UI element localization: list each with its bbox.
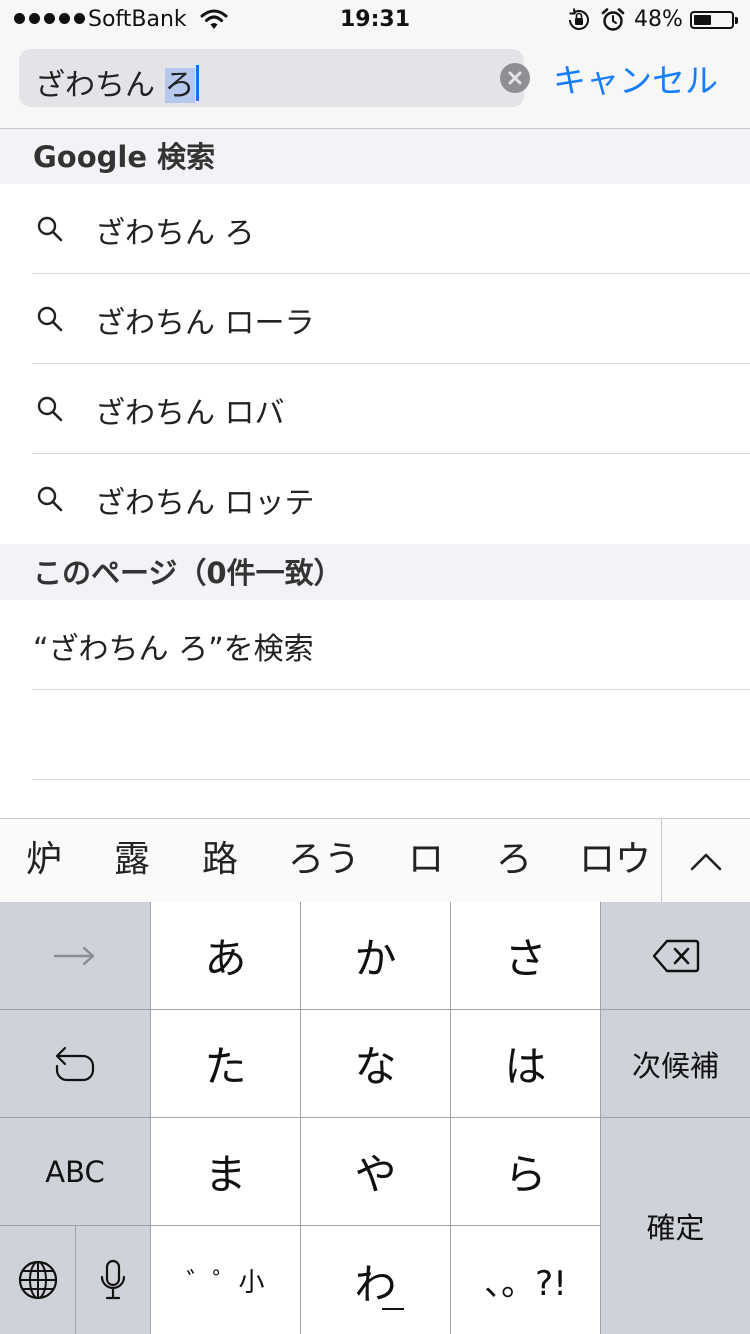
key-ra[interactable]: ら bbox=[451, 1118, 600, 1225]
candidate-item[interactable]: 路 bbox=[202, 819, 238, 903]
search-input[interactable]: ざわちん ろ bbox=[19, 49, 530, 107]
empty-row bbox=[0, 690, 750, 780]
candidate-item[interactable]: ろ bbox=[496, 819, 532, 903]
key-wa-label: わ bbox=[354, 1259, 397, 1309]
candidate-item[interactable]: ロ bbox=[408, 819, 444, 903]
suggestion-row[interactable]: ざわちん ろ bbox=[0, 184, 750, 274]
status-bar: SoftBank 19:31 48% bbox=[0, 0, 750, 40]
key-sa[interactable]: さ bbox=[451, 902, 600, 1009]
text-caret bbox=[195, 65, 199, 101]
chevron-up-icon[interactable] bbox=[662, 819, 750, 903]
next-candidate-button[interactable]: 次候補 bbox=[601, 1010, 750, 1117]
search-query-confirmed: ざわちん bbox=[35, 68, 165, 103]
key-ya[interactable]: や bbox=[301, 1118, 450, 1225]
key-a[interactable]: あ bbox=[151, 902, 300, 1009]
japanese-kana-keyboard: あ か さ た な は 次候補 ABC ま や ら 確定 ゛゜小 わ 、。?! bbox=[0, 902, 750, 1334]
find-on-page-row[interactable]: “ざわちん ろ”を検索 bbox=[0, 600, 750, 690]
candidate-item[interactable]: 露 bbox=[114, 819, 150, 903]
confirm-button[interactable]: 確定 bbox=[601, 1118, 750, 1334]
section-header-google-search: Google 検索 bbox=[0, 129, 750, 184]
search-query[interactable]: ざわちん ろ bbox=[35, 60, 199, 104]
key-na[interactable]: な bbox=[301, 1010, 450, 1117]
clear-icon[interactable] bbox=[500, 63, 530, 93]
punctuation-key[interactable]: 、。?! bbox=[451, 1226, 600, 1334]
search-icon bbox=[36, 215, 64, 247]
abc-mode-button[interactable]: ABC bbox=[0, 1118, 150, 1225]
candidate-item[interactable]: ろう bbox=[288, 819, 360, 903]
suggestion-label: ざわちん ロッテ bbox=[95, 486, 315, 521]
candidate-item[interactable]: ロウ bbox=[579, 819, 651, 903]
globe-icon[interactable] bbox=[0, 1226, 75, 1334]
search-header: ざわちん ろ キャンセル bbox=[0, 40, 750, 129]
search-query-marked-text: ろ bbox=[164, 68, 195, 103]
battery-percentage: 48% bbox=[634, 7, 683, 32]
battery-icon bbox=[690, 11, 738, 29]
candidate-item[interactable]: 炉 bbox=[26, 819, 62, 903]
suggestion-label: ざわちん ローラ bbox=[95, 306, 315, 341]
key-ha[interactable]: は bbox=[451, 1010, 600, 1117]
search-icon bbox=[36, 305, 64, 337]
key-ka[interactable]: か bbox=[301, 902, 450, 1009]
search-icon bbox=[36, 395, 64, 427]
find-on-page-label: “ざわちん ろ”を検索 bbox=[33, 632, 314, 667]
suggestion-row[interactable]: ざわちん ロッテ bbox=[0, 454, 750, 544]
cancel-button[interactable]: キャンセル bbox=[553, 54, 718, 102]
key-ma[interactable]: ま bbox=[151, 1118, 300, 1225]
key-wa[interactable]: わ bbox=[301, 1226, 450, 1334]
rotation-lock-icon bbox=[566, 7, 592, 37]
search-icon bbox=[36, 485, 64, 517]
section-header-this-page: このページ（0件一致） bbox=[0, 544, 750, 600]
undo-icon[interactable] bbox=[0, 1010, 150, 1117]
suggestion-row[interactable]: ざわちん ロバ bbox=[0, 364, 750, 454]
conversion-candidate-bar: 炉 露 路 ろう ロ ろ ロウ bbox=[0, 818, 750, 903]
alarm-icon bbox=[600, 7, 626, 37]
key-ta[interactable]: た bbox=[151, 1010, 300, 1117]
microphone-icon[interactable] bbox=[76, 1226, 150, 1334]
delete-icon[interactable] bbox=[601, 902, 750, 1009]
suggestion-row[interactable]: ざわちん ローラ bbox=[0, 274, 750, 364]
suggestion-label: ざわちん ロバ bbox=[95, 396, 285, 431]
dakuten-small-key[interactable]: ゛゜小 bbox=[151, 1226, 300, 1334]
arrow-right-icon[interactable] bbox=[0, 902, 150, 1009]
suggestion-label: ざわちん ろ bbox=[95, 216, 255, 251]
